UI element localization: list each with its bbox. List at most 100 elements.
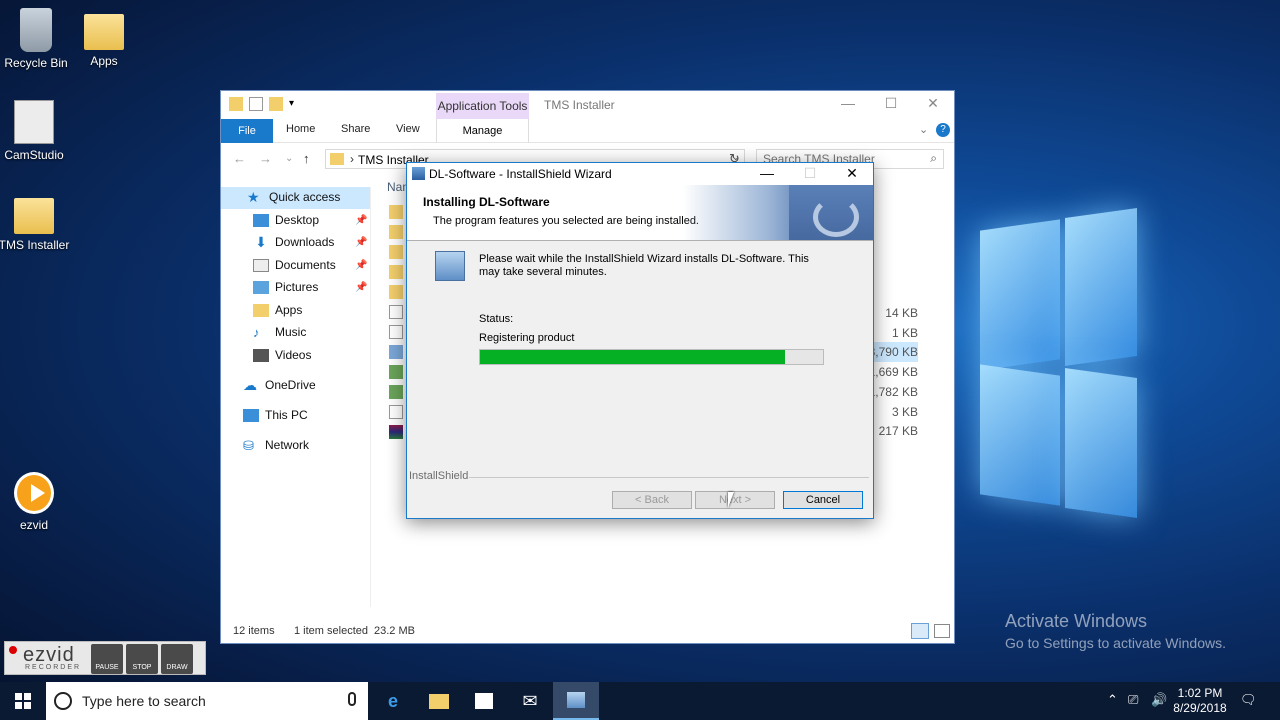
- customize-toolbar-icon[interactable]: ▾: [289, 97, 303, 111]
- installer-taskbar-icon[interactable]: [553, 682, 599, 720]
- folder-icon[interactable]: [389, 245, 403, 259]
- tab-file[interactable]: File: [221, 119, 273, 143]
- nav-apps[interactable]: Apps: [253, 303, 302, 317]
- installer-icon[interactable]: [389, 345, 403, 359]
- nav-quick-access[interactable]: ★ Quick access: [247, 190, 341, 205]
- desktop-icon-camstudio[interactable]: CamStudio: [0, 100, 70, 162]
- setup-computer-icon: [435, 251, 465, 281]
- back-arrow-icon[interactable]: ←: [233, 151, 246, 166]
- maximize-button[interactable]: ☐: [876, 95, 906, 112]
- properties-icon[interactable]: [249, 97, 263, 111]
- item-count: 12 items: [233, 625, 275, 637]
- notification-icon[interactable]: 🗨: [1240, 692, 1257, 708]
- desktop-icon: [253, 213, 269, 227]
- computer-icon: [243, 408, 259, 422]
- nav-desktop[interactable]: Desktop: [253, 213, 319, 227]
- show-hidden-icons-icon[interactable]: ⌃: [1107, 692, 1118, 708]
- document-icon: [253, 258, 269, 272]
- nav-this-pc[interactable]: This PC: [243, 408, 308, 422]
- file-icon[interactable]: [389, 305, 403, 319]
- progress-fill: [480, 350, 786, 364]
- cloud-icon: ☁: [243, 376, 257, 393]
- pin-icon: 📌: [355, 215, 368, 226]
- microphone-icon[interactable]: [348, 692, 356, 706]
- folder-icon: [253, 303, 269, 317]
- help-icon[interactable]: ?: [936, 123, 950, 137]
- mail-icon[interactable]: ✉: [507, 682, 553, 720]
- dialog-body: Please wait while the InstallShield Wiza…: [407, 241, 873, 461]
- draw-button[interactable]: DRAW: [161, 644, 193, 674]
- nav-label: Apps: [275, 303, 303, 317]
- tab-view[interactable]: View: [396, 123, 420, 135]
- close-button[interactable]: ✕: [918, 95, 948, 112]
- large-icons-view-icon[interactable]: [934, 624, 950, 638]
- details-view-icon[interactable]: [911, 623, 929, 639]
- store-icon[interactable]: [461, 682, 507, 720]
- edge-browser-icon[interactable]: e: [370, 682, 416, 720]
- folder-icon[interactable]: [389, 265, 403, 279]
- start-button[interactable]: [0, 682, 46, 720]
- network-icon[interactable]: ⎚: [1128, 692, 1138, 708]
- dialog-subheading: The program features you selected are be…: [433, 215, 699, 227]
- tab-share[interactable]: Share: [341, 123, 370, 135]
- maximize-button: ☐: [803, 165, 817, 181]
- desktop-icon-tms-installer[interactable]: TMS Installer: [0, 192, 70, 252]
- desktop-icon-recycle-bin[interactable]: Recycle Bin: [0, 8, 72, 70]
- cortana-icon: [54, 692, 72, 710]
- desktop-icon-label: Recycle Bin: [4, 56, 68, 70]
- nav-downloads[interactable]: ⬇ Downloads: [253, 235, 334, 250]
- activation-watermark-title: Activate Windows: [1005, 611, 1148, 631]
- folder-icon[interactable]: [229, 97, 243, 111]
- minimize-button[interactable]: —: [833, 95, 863, 111]
- taskbar-search-box[interactable]: Type here to search: [46, 682, 368, 720]
- nav-music[interactable]: ♪ Music: [253, 325, 306, 339]
- nav-pictures[interactable]: Pictures: [253, 280, 318, 294]
- installer-icon[interactable]: [389, 365, 403, 379]
- context-tab-application-tools: Application Tools: [436, 93, 529, 119]
- status-bar: 12 items 1 item selected 23.2 MB: [221, 621, 954, 643]
- file-explorer-taskbar-icon[interactable]: [416, 682, 462, 720]
- clock-date: 8/29/2018: [1173, 701, 1227, 715]
- file-icon[interactable]: [389, 405, 403, 419]
- folder-icon[interactable]: [389, 205, 403, 219]
- back-button: < Back: [612, 491, 692, 509]
- nav-network[interactable]: ⛁ Network: [243, 438, 309, 452]
- tab-manage[interactable]: Manage: [436, 119, 529, 143]
- breadcrumb-chevron-icon: ›: [350, 152, 354, 166]
- nav-label: OneDrive: [265, 378, 316, 392]
- system-clock[interactable]: 1:02 PM 8/29/2018: [1168, 686, 1232, 716]
- file-icon[interactable]: [389, 325, 403, 339]
- expand-ribbon-icon[interactable]: ⌄: [919, 123, 928, 136]
- ezvid-recorder-bar: ezvid RECORDER PAUSE STOP DRAW: [4, 641, 206, 675]
- desktop-icon-ezvid[interactable]: ezvid: [0, 472, 70, 532]
- taskbar: Type here to search e ✉ ⌃ ⎚ 🔊 1:02 PM 8/…: [0, 682, 1280, 720]
- folder-icon[interactable]: [389, 285, 403, 299]
- cancel-button[interactable]: Cancel: [783, 491, 863, 509]
- minimize-button[interactable]: —: [752, 165, 782, 181]
- install-message: Please wait while the InstallShield Wiza…: [479, 253, 809, 278]
- recent-locations-icon[interactable]: ⌄: [285, 153, 293, 164]
- archive-icon[interactable]: [389, 425, 403, 439]
- dialog-header: Installing DL-Software The program featu…: [407, 185, 873, 241]
- desktop-icon-apps[interactable]: Apps: [68, 8, 140, 68]
- nav-label: Pictures: [275, 280, 319, 294]
- button-label: PAUSE: [95, 664, 119, 671]
- nav-documents[interactable]: Documents: [253, 258, 336, 272]
- nav-onedrive[interactable]: ☁ OneDrive: [243, 376, 316, 393]
- volume-icon[interactable]: 🔊: [1151, 692, 1167, 708]
- forward-arrow-icon[interactable]: →: [259, 151, 272, 166]
- tab-home[interactable]: Home: [286, 123, 315, 135]
- new-folder-icon[interactable]: [269, 97, 283, 111]
- dialog-title: DL-Software - InstallShield Wizard: [429, 167, 612, 181]
- installshield-logo-icon: [789, 185, 873, 240]
- nav-videos[interactable]: Videos: [253, 348, 311, 362]
- record-indicator-icon: [9, 646, 17, 654]
- stop-button[interactable]: STOP: [126, 644, 158, 674]
- up-arrow-icon[interactable]: ↑: [303, 151, 310, 166]
- installer-icon[interactable]: [389, 385, 403, 399]
- pause-button[interactable]: PAUSE: [91, 644, 123, 674]
- nav-label: Documents: [275, 258, 336, 272]
- close-button[interactable]: ✕: [837, 165, 867, 182]
- nav-label: Quick access: [269, 190, 341, 204]
- folder-icon[interactable]: [389, 225, 403, 239]
